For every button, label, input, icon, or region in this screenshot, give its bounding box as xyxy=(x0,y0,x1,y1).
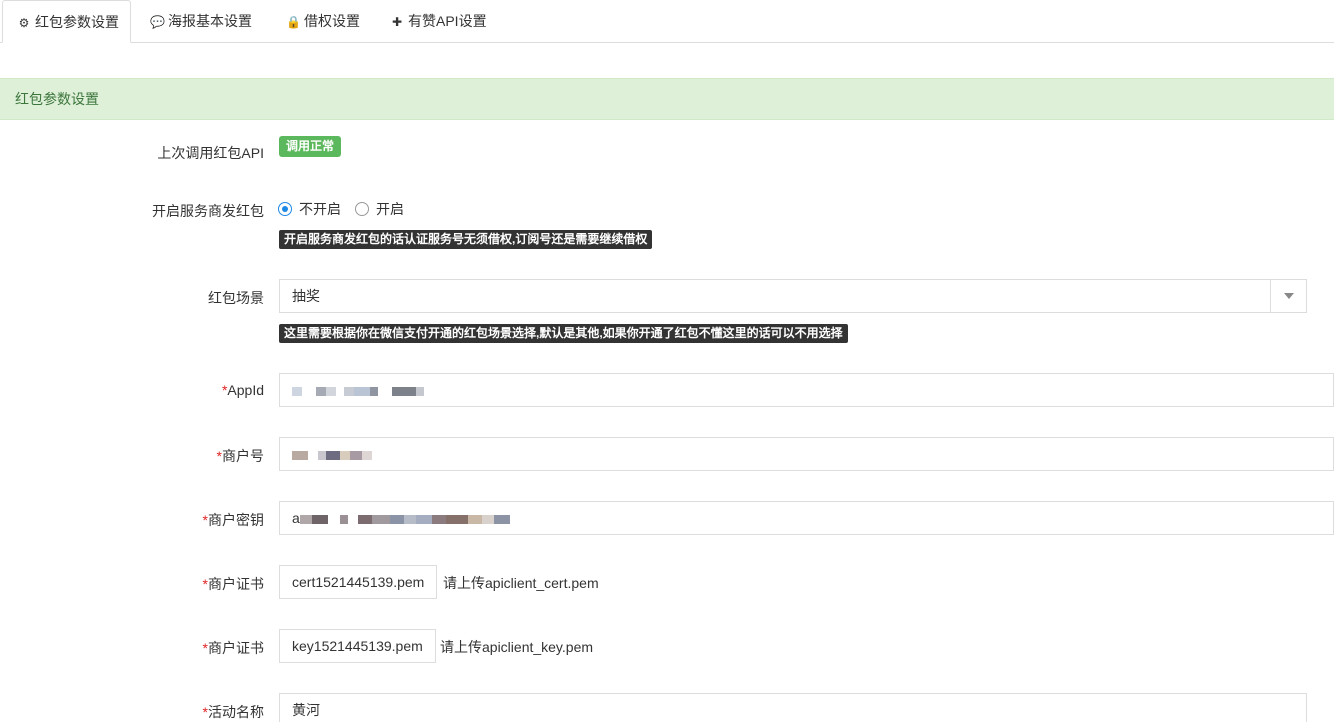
activity-name-input[interactable]: 黄河 xyxy=(279,693,1307,722)
service-redpack-label: 开启服务商发红包 xyxy=(152,203,264,219)
appid-input[interactable] xyxy=(279,373,1334,407)
scene-label: 红包场景 xyxy=(208,290,264,306)
radio-label: 开启 xyxy=(376,201,404,217)
panel-title: 红包参数设置 xyxy=(0,78,1334,120)
key-label: *商户证书 xyxy=(202,640,264,656)
lock-icon: 🔒 xyxy=(286,15,301,29)
plus-icon: ✚ xyxy=(391,15,403,29)
scene-selected-value: 抽奖 xyxy=(292,288,320,304)
merchant-no-label: *商户号 xyxy=(216,448,264,464)
cert-file-button[interactable]: cert1521445139.pem xyxy=(279,565,438,599)
appid-label: *AppId xyxy=(221,382,264,398)
tab-redpack-params[interactable]: ⚙ 红包参数设置 xyxy=(2,0,131,43)
tab-youzan-api[interactable]: ✚ 有赞API设置 xyxy=(376,0,501,43)
merchant-key-prefix: a xyxy=(292,510,300,526)
radio-unchecked-icon xyxy=(355,202,369,216)
status-badge: 调用正常 xyxy=(279,136,342,157)
radio-checked-icon xyxy=(278,202,292,216)
radio-enable[interactable]: 开启 xyxy=(355,201,404,217)
scene-select[interactable]: 抽奖 xyxy=(279,279,1307,313)
merchant-key-input[interactable]: a xyxy=(279,501,1334,535)
tab-label: 借权设置 xyxy=(304,13,360,29)
tab-label: 有赞API设置 xyxy=(408,13,487,29)
key-file-button[interactable]: key1521445139.pem xyxy=(279,629,436,663)
merchant-key-label: *商户密钥 xyxy=(202,512,264,528)
merchant-no-input[interactable] xyxy=(279,437,1334,471)
radio-disable[interactable]: 不开启 xyxy=(278,201,341,217)
tab-label: 海报基本设置 xyxy=(168,13,252,29)
chevron-down-icon xyxy=(1270,280,1306,312)
key-note: 请上传apiclient_key.pem xyxy=(440,639,594,655)
cert-note: 请上传apiclient_cert.pem xyxy=(443,575,599,591)
tab-borrow-auth[interactable]: 🔒 借权设置 xyxy=(272,0,374,43)
tab-label: 红包参数设置 xyxy=(35,14,119,30)
cert-label: *商户证书 xyxy=(202,576,264,592)
settings-tabs: ⚙ 红包参数设置 💬 海报基本设置 🔒 借权设置 ✚ 有赞API设置 xyxy=(0,0,1334,43)
api-status-label: 上次调用红包API xyxy=(157,145,264,161)
scene-hint: 这里需要根据你在微信支付开通的红包场景选择,默认是其他,如果你开通了红包不懂这里… xyxy=(279,324,848,343)
activity-name-label: *活动名称 xyxy=(202,704,264,720)
tab-poster-settings[interactable]: 💬 海报基本设置 xyxy=(136,0,266,43)
service-redpack-hint: 开启服务商发红包的话认证服务号无须借权,订阅号还是需要继续借权 xyxy=(279,230,653,249)
radio-label: 不开启 xyxy=(299,201,341,217)
comments-icon: 💬 xyxy=(150,15,165,29)
gear-icon: ⚙ xyxy=(18,16,30,30)
